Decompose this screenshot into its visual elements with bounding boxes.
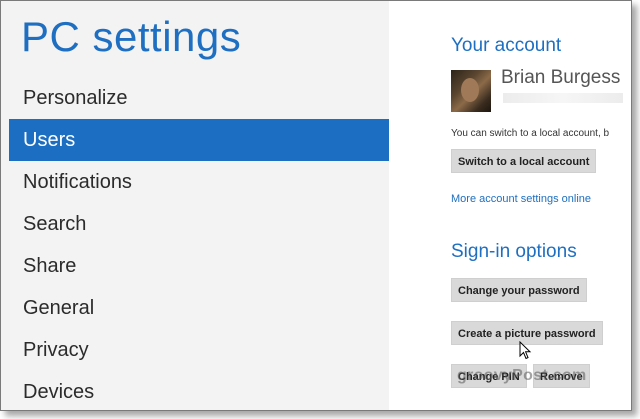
settings-nav: Personalize Users Notifications Search S… xyxy=(1,77,389,410)
switch-local-account-button[interactable]: Switch to a local account xyxy=(451,149,597,173)
nav-item-notifications[interactable]: Notifications xyxy=(1,161,389,203)
more-account-settings-link[interactable]: More account settings online xyxy=(451,193,591,205)
nav-item-share[interactable]: Share xyxy=(1,245,389,287)
sign-in-options-heading: Sign-in options xyxy=(451,241,577,262)
settings-window: PC settings Personalize Users Notificati… xyxy=(0,0,632,411)
watermark: groovyPost.com xyxy=(457,367,587,384)
nav-item-personalize[interactable]: Personalize xyxy=(1,77,389,119)
nav-item-users[interactable]: Users xyxy=(9,119,389,161)
right-pane: Your account Brian Burgess You can switc… xyxy=(389,1,631,410)
email-redacted xyxy=(503,93,623,103)
nav-item-general[interactable]: General xyxy=(1,287,389,329)
page-title: PC settings xyxy=(21,13,242,60)
account-info-text: You can switch to a local account, b xyxy=(451,128,610,139)
your-account-heading: Your account xyxy=(451,35,562,56)
user-name: Brian Burgess xyxy=(501,67,621,88)
avatar-face xyxy=(461,78,479,102)
avatar xyxy=(451,70,491,112)
mouse-cursor-icon xyxy=(519,341,532,360)
change-password-button[interactable]: Change your password xyxy=(451,278,587,302)
left-pane: PC settings Personalize Users Notificati… xyxy=(1,1,389,410)
nav-item-privacy[interactable]: Privacy xyxy=(1,329,389,371)
nav-item-devices[interactable]: Devices xyxy=(1,371,389,410)
nav-item-search[interactable]: Search xyxy=(1,203,389,245)
